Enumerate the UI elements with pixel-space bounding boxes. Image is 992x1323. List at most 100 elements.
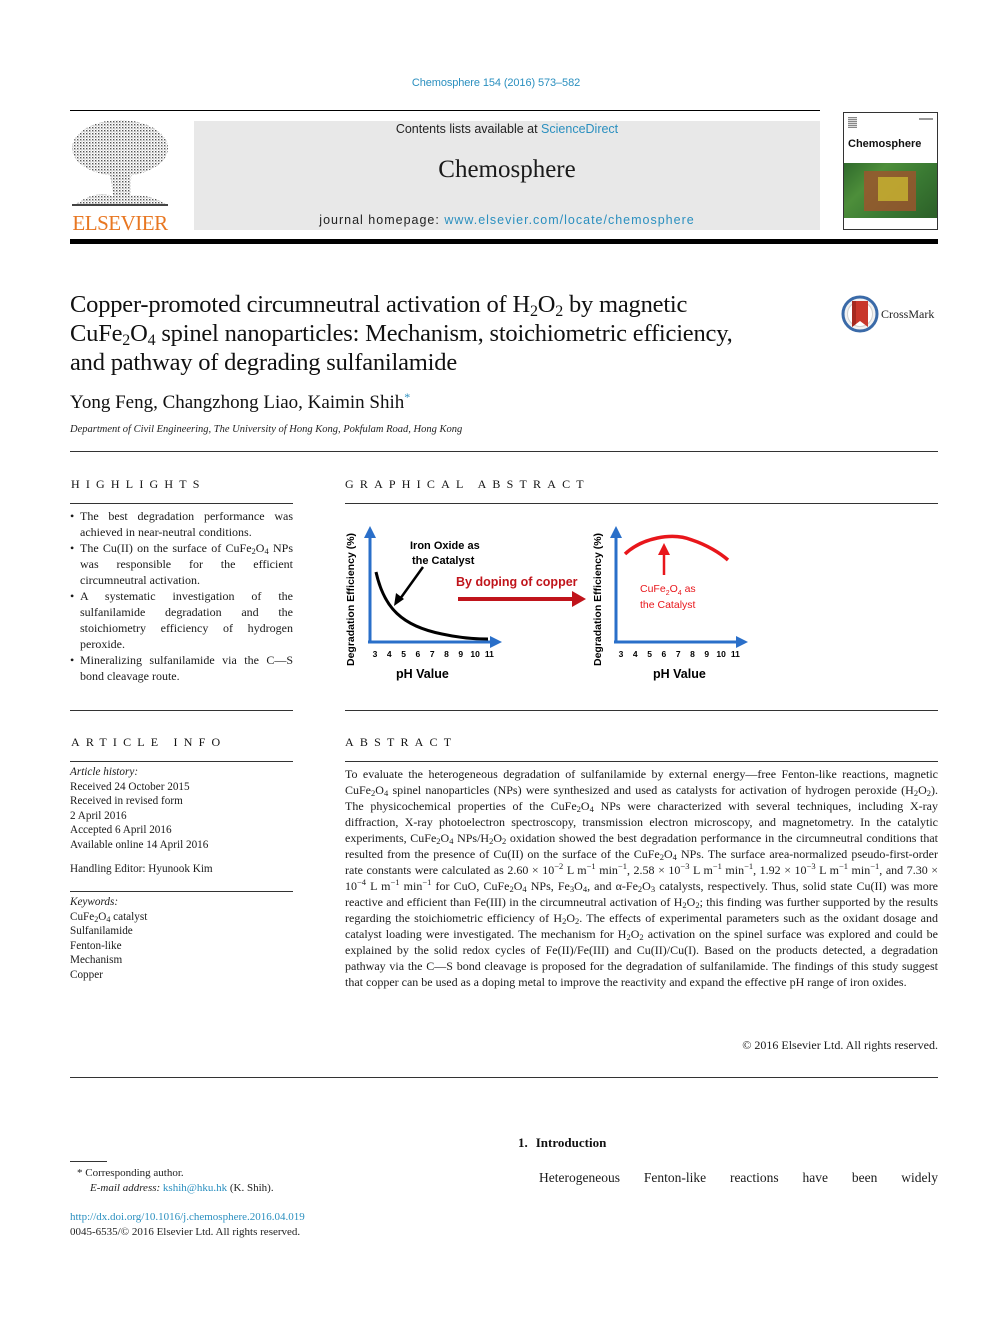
- cover-title: Chemosphere: [848, 138, 922, 150]
- header-heavy-rule: [70, 239, 938, 244]
- history-received: Received 24 October 2015: [70, 780, 190, 793]
- x-tick-label: 8: [690, 649, 695, 659]
- highlights-bottom-rule: [70, 710, 293, 711]
- left-x-tick-labels: 3 4 5 6 7 8 9 10 11: [373, 649, 495, 659]
- x-tick-label: 5: [647, 649, 652, 659]
- issn-copyright: 0045-6535/© 2016 Elsevier Ltd. All right…: [70, 1226, 301, 1238]
- keyword-item: Copper: [70, 968, 103, 981]
- x-tick-label: 10: [716, 649, 726, 659]
- handling-editor: Handling Editor: Hyunook Kim: [70, 863, 213, 875]
- section-title: Introduction: [535, 1135, 607, 1150]
- keywords-rule: [70, 891, 293, 892]
- x-tick-label: 4: [633, 649, 638, 659]
- right-y-axis-label: Degradation Efficiency (%): [592, 533, 604, 666]
- highlight-item: Mineralizing sulfanilamide via the C—S b…: [70, 652, 293, 684]
- article-info-heading: ARTICLE INFO: [71, 735, 227, 749]
- graphical-abstract-bottom-rule: [345, 710, 938, 711]
- sciencedirect-link[interactable]: ScienceDirect: [541, 122, 618, 136]
- highlight-item: The Cu(II) on the surface of CuFe2O4 NPs…: [70, 540, 293, 588]
- history-revised: Received in revised form: [70, 795, 183, 807]
- iron-oxide-label-1: Iron Oxide as: [410, 540, 480, 552]
- right-x-tick-labels: 3 4 5 6 7 8 9 10 11: [619, 649, 741, 659]
- article-info-rule: [70, 761, 293, 762]
- cufe2o4-label-1: CuFe2O4 as: [640, 583, 696, 597]
- left-x-arrowhead: [490, 636, 502, 648]
- keyword-item: CuFe2O4 catalyst: [70, 910, 148, 924]
- right-plot: CuFe2O4 as the Catalyst 3 4 5 6 7 8 9 10 11 pH V…: [592, 526, 748, 681]
- email-label: E-mail address:: [90, 1182, 163, 1194]
- doi-link[interactable]: http://dx.doi.org/10.1016/j.chemosphere.…: [70, 1211, 305, 1223]
- elsevier-wordmark: ELSEVIER: [72, 211, 168, 235]
- x-tick-label: 5: [401, 649, 406, 659]
- doping-label: By doping of copper: [456, 575, 578, 589]
- crossmark-icon: [841, 295, 879, 333]
- cover-issn-mark: [919, 118, 933, 120]
- highlight-item: A systematic investigation of the sulfan…: [70, 588, 293, 652]
- cufe2o4-curve: [623, 534, 730, 562]
- cover-logo-icon: [848, 117, 857, 128]
- doping-arrow: By doping of copper: [456, 575, 586, 607]
- x-tick-label: 6: [662, 649, 667, 659]
- keyword-item: Sulfanilamide: [70, 925, 133, 937]
- highlights-heading: HIGHLIGHTS: [71, 477, 206, 491]
- cufe2o4-label-2: the Catalyst: [640, 599, 696, 611]
- corresponding-author-link[interactable]: *: [404, 390, 410, 404]
- left-x-axis-label: pH Value: [396, 667, 449, 681]
- highlights-list: The best degradation performance was ach…: [70, 508, 293, 684]
- graphical-abstract-heading: GRAPHICAL ABSTRACT: [345, 477, 590, 491]
- abstract-copyright: © 2016 Elsevier Ltd. All rights reserved…: [742, 1038, 938, 1052]
- journal-name: Chemosphere: [438, 156, 576, 183]
- affiliation: Department of Civil Engineering, The Uni…: [70, 424, 463, 435]
- graphical-abstract-figure[interactable]: Iron Oxide as the Catalyst 3 4 5 6 7 8 9 10 11 p…: [342, 508, 762, 688]
- x-tick-label: 6: [416, 649, 421, 659]
- front-matter-bottom-rule: [70, 1077, 938, 1078]
- left-plot: Iron Oxide as the Catalyst 3 4 5 6 7 8 9 10 11 p…: [345, 526, 502, 681]
- highlight-item: The best degradation performance was ach…: [70, 508, 293, 540]
- section-number: 1.: [518, 1135, 528, 1150]
- article-history-label: Article history:: [70, 766, 139, 778]
- x-tick-label: 4: [387, 649, 392, 659]
- introduction-heading: 1. Introduction: [518, 1135, 606, 1151]
- x-tick-label: 9: [704, 649, 709, 659]
- left-y-arrowhead: [364, 526, 376, 538]
- right-x-arrowhead: [736, 636, 748, 648]
- email-suffix: (K. Shih).: [227, 1182, 274, 1194]
- crossmark-badge[interactable]: CrossMark: [841, 295, 941, 335]
- article-title: Copper-promoted circumneutral activation…: [70, 291, 733, 376]
- x-tick-label: 9: [458, 649, 463, 659]
- highlights-rule: [70, 503, 293, 504]
- history-revised-date: 2 April 2016: [70, 809, 127, 822]
- history-accepted: Accepted 6 April 2016: [70, 824, 172, 836]
- elsevier-tree-icon: [72, 120, 168, 206]
- email-note: E-mail address: kshih@hku.hk (K. Shih).: [90, 1181, 274, 1196]
- homepage-line: journal homepage: www.elsevier.com/locat…: [194, 213, 820, 227]
- x-tick-label: 8: [444, 649, 449, 659]
- introduction-first-line: Heterogeneous Fenton-like reactions have…: [539, 1170, 938, 1185]
- article-history: Article history: Received 24 October 201…: [70, 765, 293, 877]
- doping-arrowhead-icon: [572, 591, 586, 607]
- journal-cover-thumbnail[interactable]: Chemosphere: [843, 112, 938, 230]
- header-top-rule: [70, 110, 820, 111]
- journal-homepage-link[interactable]: www.elsevier.com/locate/chemosphere: [444, 213, 694, 227]
- x-tick-label: 7: [676, 649, 681, 659]
- affiliation-rule: [70, 451, 938, 452]
- x-tick-label: 10: [470, 649, 480, 659]
- abstract-rule: [345, 761, 938, 762]
- x-tick-label: 7: [430, 649, 435, 659]
- x-tick-label: 11: [485, 649, 494, 659]
- crossmark-label: CrossMark: [881, 307, 935, 321]
- email-link[interactable]: kshih@hku.hk: [163, 1182, 227, 1194]
- right-y-arrowhead: [610, 526, 622, 538]
- keywords-label: Keywords:: [70, 896, 119, 908]
- keywords-list: Keywords: CuFe2O4 catalyst Sulfanilamide…: [70, 895, 293, 982]
- keyword-item: Fenton-like: [70, 939, 122, 952]
- journal-citation-link[interactable]: Chemosphere 154 (2016) 573–582: [0, 77, 992, 89]
- x-tick-label: 3: [619, 649, 624, 659]
- keyword-item: Mechanism: [70, 954, 123, 966]
- corresponding-author-note: * Corresponding author.: [77, 1167, 184, 1179]
- iron-oxide-pointer-arrow: [398, 566, 425, 600]
- abstract-body: To evaluate the heterogeneous degradatio…: [345, 767, 939, 989]
- left-y-axis-label: Degradation Efficiency (%): [345, 533, 357, 666]
- abstract-heading: ABSTRACT: [345, 735, 458, 749]
- highlight-item-text: The Cu(II) on the surface of CuFe2O4 NPs…: [80, 541, 293, 587]
